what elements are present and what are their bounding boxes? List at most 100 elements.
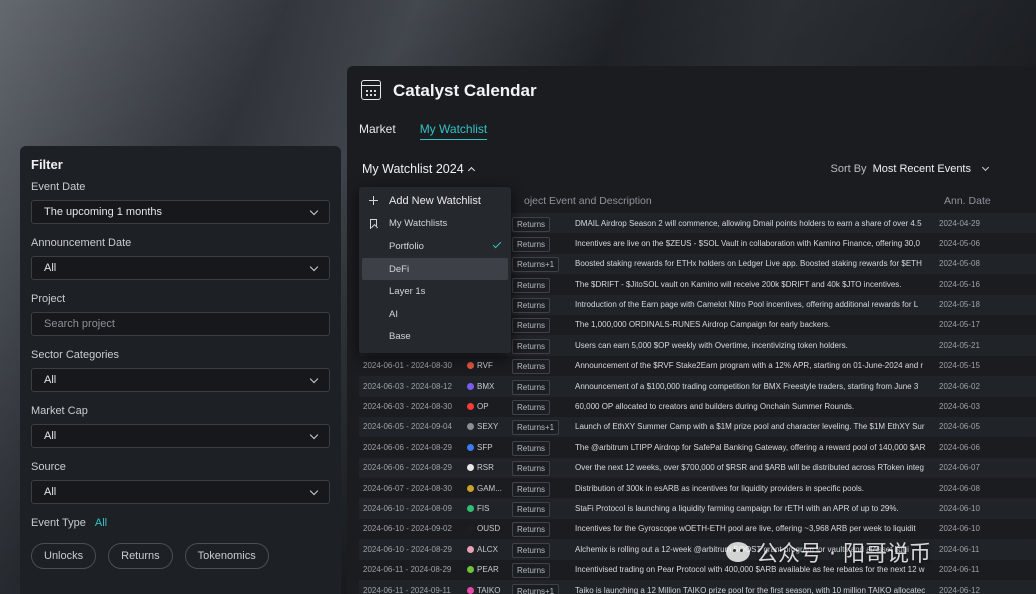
sort-by[interactable]: Sort By Most Recent Events: [830, 163, 990, 175]
watchlist-option-layer1s[interactable]: Layer 1s: [359, 280, 511, 303]
project-ticker: RSR: [477, 463, 494, 473]
token-icon: [467, 464, 474, 472]
event-date-range: 2024-06-07 - 2024-08-30: [363, 483, 452, 493]
project-ticker: PEAR: [477, 565, 499, 575]
sector-label: Sector Categories: [31, 349, 120, 361]
table-row[interactable]: 2024-06-10 - 2024-09-02 OUSD Returns Incent…: [359, 519, 1036, 539]
project-search-input[interactable]: Search project: [31, 312, 330, 336]
announcement-date: 2024-06-02: [939, 381, 980, 391]
watchlist-option-defi[interactable]: DeFi: [362, 257, 508, 281]
event-date-range: 2024-06-10 - 2024-08-09: [363, 503, 452, 513]
event-type-badge: Returns: [512, 501, 551, 517]
filter-title: Filter: [31, 157, 63, 172]
event-date-select[interactable]: The upcoming 1 months: [31, 200, 330, 224]
event-type-all-link[interactable]: All: [95, 517, 107, 529]
project-cell[interactable]: RVF: [467, 361, 493, 370]
project-cell[interactable]: SEXY: [467, 422, 498, 431]
market-cap-label: Market Cap: [31, 405, 88, 417]
col-ann-date[interactable]: Ann. Date: [944, 195, 991, 207]
announcement-date: 2024-06-05: [939, 422, 980, 432]
project-ticker: GAM...: [477, 483, 502, 493]
event-type-badge: Returns: [512, 277, 551, 293]
token-icon: [467, 586, 474, 594]
chevron-down-icon: [981, 163, 990, 172]
event-date-range: 2024-06-03 - 2024-08-12: [363, 381, 452, 391]
event-date-range: 2024-06-01 - 2024-08-30: [363, 361, 452, 371]
add-watchlist-button[interactable]: Add New Watchlist: [359, 190, 511, 213]
project-cell[interactable]: BMX: [467, 382, 494, 391]
chip-returns[interactable]: Returns: [108, 543, 173, 569]
event-description: Incentives for the Gyroscope wOETH-ETH p…: [575, 524, 916, 534]
option-label: DeFi: [389, 263, 410, 275]
project-ticker: TAIKO: [477, 585, 501, 594]
table-row[interactable]: 2024-06-06 - 2024-08-29 RSR Returns Over th…: [359, 457, 1036, 479]
table-row[interactable]: 2024-06-06 - 2024-08-29 SFP Returns The @ar…: [359, 437, 1036, 457]
project-ticker: FIS: [477, 503, 490, 513]
table-row[interactable]: 2024-06-05 - 2024-09-04 SEXY Returns+1 Laun…: [359, 416, 1036, 438]
page-title: Catalyst Calendar: [393, 81, 537, 100]
chevron-up-icon: [467, 166, 475, 175]
project-cell[interactable]: FIS: [467, 504, 489, 513]
tab-my-watchlist[interactable]: My Watchlist: [419, 122, 488, 140]
table-row[interactable]: 2024-06-10 - 2024-08-09 FIS Returns StaFi P…: [359, 498, 1036, 519]
project-cell[interactable]: OP: [467, 402, 489, 411]
event-type-label: Event Type: [31, 517, 86, 529]
event-type-badge: Returns: [512, 481, 551, 497]
announcement-date-value: All: [44, 262, 57, 274]
bookmark-icon: [370, 218, 377, 229]
watchlist-select[interactable]: My Watchlist 2024: [362, 162, 475, 176]
event-description: Boosted staking rewards for ETHx holders…: [575, 259, 922, 269]
chevron-down-icon: [309, 206, 319, 215]
sort-label: Sort By: [830, 163, 867, 175]
announcement-date-select[interactable]: All: [31, 256, 330, 280]
announcement-date: 2024-06-11: [939, 565, 980, 575]
token-icon: [467, 423, 474, 431]
sector-select[interactable]: All: [31, 368, 330, 392]
event-description: Introduction of the Earn page with Camel…: [575, 300, 919, 310]
chip-unlocks[interactable]: Unlocks: [31, 543, 97, 569]
source-select[interactable]: All: [31, 480, 330, 504]
sort-value: Most Recent Events: [872, 163, 971, 175]
table-row[interactable]: 2024-06-01 - 2024-08-30 RVF Returns Announc…: [359, 356, 1036, 376]
event-description: Over the next 12 weeks, over $700,000 of…: [575, 463, 924, 473]
table-row[interactable]: 2024-06-07 - 2024-08-30 GAM... Returns Dist…: [359, 478, 1036, 498]
watchlist-option-portfolio[interactable]: Portfolio: [359, 235, 511, 258]
event-type-badge: Returns: [512, 522, 551, 538]
project-cell[interactable]: SFP: [467, 443, 493, 452]
watchlist-option-base[interactable]: Base: [359, 326, 511, 349]
event-description: Launch of EthXY Summer Camp with a $1M p…: [575, 422, 925, 432]
project-cell[interactable]: PEAR: [467, 565, 499, 574]
event-type-badge: Returns: [512, 379, 551, 395]
project-cell[interactable]: GAM...: [467, 484, 502, 493]
chip-tokenomics[interactable]: Tokenomics: [184, 543, 269, 569]
project-cell[interactable]: ALCX: [467, 545, 498, 554]
plus-icon: [369, 196, 378, 205]
project-ticker: RVF: [477, 361, 493, 371]
table-row[interactable]: 2024-06-03 - 2024-08-12 BMX Returns Announc…: [359, 376, 1036, 397]
event-type-badge: Returns: [512, 318, 551, 334]
project-cell[interactable]: TAIKO: [467, 586, 500, 594]
token-icon: [467, 545, 474, 553]
announcement-date: 2024-06-10: [939, 503, 980, 513]
filter-panel: Filter Event Date The upcoming 1 months …: [20, 146, 341, 594]
watchlist-dropdown: Add New Watchlist My Watchlists Portfoli…: [359, 187, 511, 353]
table-row[interactable]: 2024-06-11 - 2024-09-11 TAIKO Returns+1 Tai…: [359, 580, 1036, 594]
table-row[interactable]: 2024-06-03 - 2024-08-30 OP Returns 60,000 O…: [359, 397, 1036, 417]
project-ticker: SFP: [477, 442, 493, 452]
watchlist-option-ai[interactable]: AI: [359, 303, 511, 326]
table-row[interactable]: 2024-06-11 - 2024-08-29 PEAR Returns Incent…: [359, 560, 1036, 580]
market-cap-select[interactable]: All: [31, 424, 330, 448]
project-cell[interactable]: OUSD: [467, 524, 500, 533]
event-type-badge: Returns: [512, 216, 551, 232]
option-label: Base: [389, 331, 411, 343]
event-description: The 1,000,000 ORDINALS-RUNES Airdrop Cam…: [575, 320, 831, 330]
table-row[interactable]: 2024-06-10 - 2024-08-29 ALCX Returns Alchem…: [359, 539, 1036, 560]
event-type-badge: Returns: [512, 338, 551, 354]
token-icon: [467, 382, 474, 390]
project-cell[interactable]: RSR: [467, 463, 494, 472]
watermark: 公众号 · 阳哥说币: [726, 536, 931, 568]
tab-market[interactable]: Market: [359, 122, 396, 140]
announcement-date: 2024-05-16: [939, 279, 980, 289]
announcement-date: 2024-05-06: [939, 238, 980, 248]
source-value: All: [44, 486, 57, 498]
